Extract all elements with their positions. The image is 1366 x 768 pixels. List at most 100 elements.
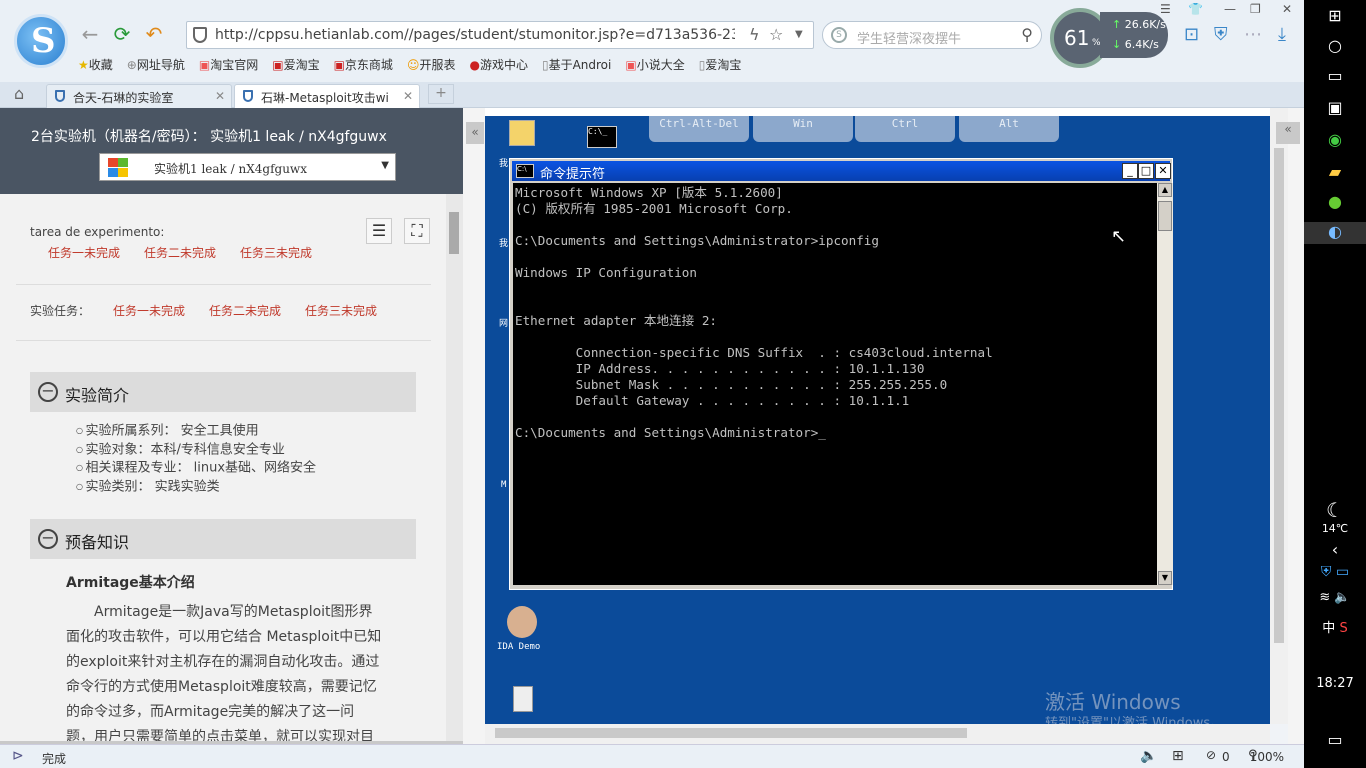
minimize-icon[interactable]: _ [1122, 163, 1138, 179]
cmd-window[interactable]: C:\ 命令提示符 _ □ ✕ Microsoft Windows XP [版本… [509, 158, 1173, 590]
close-icon[interactable]: ✕ [1155, 163, 1171, 179]
clock[interactable]: 18:27 [1304, 676, 1366, 691]
address-bar[interactable]: http://cppsu.hetianlab.com//pages/studen… [186, 21, 814, 49]
refresh-icon[interactable]: ⟳ [110, 22, 134, 46]
bookmark-item[interactable]: ⊕网址导航 [127, 56, 185, 76]
browser-app-icon[interactable]: ◐ [1304, 222, 1366, 244]
panel-scrollbar[interactable] [446, 194, 463, 744]
browser-logo[interactable]: S [14, 14, 68, 68]
download-icon[interactable]: ⤓ [1278, 24, 1286, 45]
collapse-icon: − [38, 382, 58, 402]
chevron-left-icon[interactable]: ‹ [1304, 540, 1366, 559]
key-win[interactable]: Win [753, 116, 853, 142]
search-box[interactable]: S 学生轻营深夜摆牛 ⚲ [822, 21, 1042, 49]
task-link[interactable]: 任务二未完成 [144, 244, 216, 261]
notepad-icon[interactable] [513, 686, 533, 712]
wifi-volume-icons[interactable]: ≋ 🔈 [1304, 590, 1366, 605]
back-icon[interactable]: ← [78, 22, 102, 46]
console-output[interactable]: Microsoft Windows XP [版本 5.1.2600] (C) 版… [513, 183, 1157, 585]
undo-icon[interactable]: ↶ [142, 22, 166, 46]
section-prerequisite[interactable]: − 预备知识 [30, 519, 416, 559]
desktop-icon-label: M [501, 480, 507, 490]
xp-desktop[interactable]: C:\_ 我 我 网 M IDA Demo C:\ 命令提示符 _ □ ✕ Mi… [485, 116, 1270, 724]
remote-vscrollbar[interactable] [1270, 108, 1288, 724]
notification-icon[interactable]: ▭ [1304, 730, 1366, 749]
bookmark-item[interactable]: ▣淘宝官网 [199, 56, 258, 76]
blocked-icon[interactable]: ⊘ [1206, 748, 1216, 762]
cmd-shortcut-icon[interactable]: C:\_ [587, 126, 617, 148]
list-icon[interactable]: ☰ [366, 218, 392, 244]
tab-close-icon[interactable]: ✕ [403, 89, 413, 103]
key-ctrl-alt-del[interactable]: Ctrl-Alt-Del [649, 116, 749, 142]
section-intro[interactable]: − 实验简介 [30, 372, 416, 412]
app-icon[interactable]: ● [1304, 192, 1366, 211]
bookmark-item[interactable]: ▯爱淘宝 [699, 56, 742, 76]
start-icon[interactable]: ⊞ [1304, 6, 1366, 25]
star-icon[interactable]: ☆ [769, 25, 783, 44]
tray-icons[interactable]: ⛨ ▭ [1304, 564, 1366, 580]
skin-icon[interactable]: 👕 [1188, 2, 1203, 16]
bookmark-item[interactable]: ▣小说大全 [625, 56, 684, 76]
task-link[interactable]: 任务一未完成 [48, 244, 120, 261]
list-item: 相关课程及专业： linux基础、网络安全 [76, 459, 317, 478]
maximize-icon[interactable]: □ [1138, 163, 1154, 179]
task-link[interactable]: 任务二未完成 [209, 302, 281, 319]
wechat-icon[interactable]: ◉ [1304, 130, 1366, 149]
scroll-down-icon[interactable]: ▼ [1158, 571, 1172, 585]
key-alt[interactable]: Alt [959, 116, 1059, 142]
dropdown-icon[interactable]: ▼ [795, 29, 803, 40]
bookmark-item[interactable]: ▯基于Androi [542, 56, 611, 76]
search-icon[interactable]: ⚲ [1021, 25, 1033, 44]
tab-close-icon[interactable]: ✕ [215, 89, 225, 103]
bookmark-item[interactable]: ●游戏中心 [469, 56, 528, 76]
lab-panel: 2台实验机（机器名/密码）： 实验机1 leak / nX4gfguwx 实验机… [0, 108, 463, 744]
task-link[interactable]: 任务三未完成 [305, 302, 377, 319]
tab-lab[interactable]: 合天-石琳的实验室 ✕ [46, 84, 232, 108]
sidebar-toggle-icon[interactable]: ⊳ [12, 748, 24, 764]
home-icon[interactable]: ⌂ [14, 84, 24, 103]
scroll-up-icon[interactable]: ▲ [1158, 183, 1172, 197]
bookmark-item[interactable]: ★收藏 [78, 56, 113, 76]
ida-demo-icon[interactable] [507, 606, 537, 638]
network-icon[interactable]: ⊞ [1172, 748, 1184, 764]
remote-hscrollbar[interactable] [485, 724, 1270, 744]
office-icon[interactable]: ▣ [1304, 98, 1366, 117]
extension-icon[interactable]: ⊡ [1184, 24, 1199, 45]
bookmark-item[interactable]: ▣爱淘宝 [272, 56, 319, 76]
folder-icon[interactable] [509, 120, 535, 146]
machine-info: 2台实验机（机器名/密码）： 实验机1 leak / nX4gfguwx [31, 129, 387, 145]
collapse-right-icon[interactable]: « [1276, 122, 1300, 144]
cmd-titlebar[interactable]: C:\ 命令提示符 _ □ ✕ [512, 161, 1171, 182]
status-bar: ⊳ 完成 🔈 ⊞ ⊘ 0 ⚲ 100% [0, 744, 1304, 768]
browser-toolbar: S ← ⟳ ↶ http://cppsu.hetianlab.com//page… [0, 0, 1304, 82]
menu-icon[interactable]: ☰ [1160, 2, 1171, 16]
scroll-thumb[interactable] [1158, 201, 1172, 231]
cortana-icon[interactable]: ○ [1304, 36, 1366, 55]
collapse-left-icon[interactable]: « [466, 122, 484, 144]
remote-desktop[interactable]: C:\_ 我 我 网 M IDA Demo C:\ 命令提示符 _ □ ✕ Mi… [485, 108, 1270, 731]
minimize-icon[interactable]: — [1224, 2, 1236, 16]
explorer-icon[interactable]: ▰ [1304, 162, 1366, 181]
task-link[interactable]: 任务三未完成 [240, 244, 312, 261]
task-link[interactable]: 任务一未完成 [113, 302, 185, 319]
shield-icon [55, 90, 65, 102]
close-icon[interactable]: ✕ [1282, 2, 1292, 16]
fullscreen-icon[interactable]: ⛶ [404, 218, 430, 244]
task-view-icon[interactable]: ▭ [1304, 66, 1366, 85]
new-tab-button[interactable]: + [428, 84, 454, 104]
activate-windows-title: 激活 Windows [1045, 690, 1181, 714]
download-speed: ↓ 6.4K/s [1112, 38, 1159, 51]
lightning-icon[interactable]: ϟ [749, 25, 760, 44]
more-icon[interactable]: ⋯ [1244, 24, 1262, 45]
bookmark-item[interactable]: ▣京东商城 [334, 56, 393, 76]
key-ctrl[interactable]: Ctrl [855, 116, 955, 142]
shield-icon[interactable]: ⛨ [1214, 24, 1228, 45]
bookmark-item[interactable]: ☺开服表 [407, 56, 456, 76]
vm-select[interactable]: 实验机1 leak / nX4gfguwx ▼ [99, 153, 396, 181]
maximize-icon[interactable]: ❐ [1250, 2, 1261, 16]
tab-metasploit[interactable]: 石琳-Metasploit攻击wi ✕ [234, 84, 420, 108]
zoom-level[interactable]: 100% [1250, 750, 1284, 764]
cmd-scrollbar[interactable]: ▲ ▼ [1157, 183, 1173, 585]
volume-icon[interactable]: 🔈 [1140, 748, 1157, 764]
ime-indicator[interactable]: 中 S [1304, 617, 1366, 636]
